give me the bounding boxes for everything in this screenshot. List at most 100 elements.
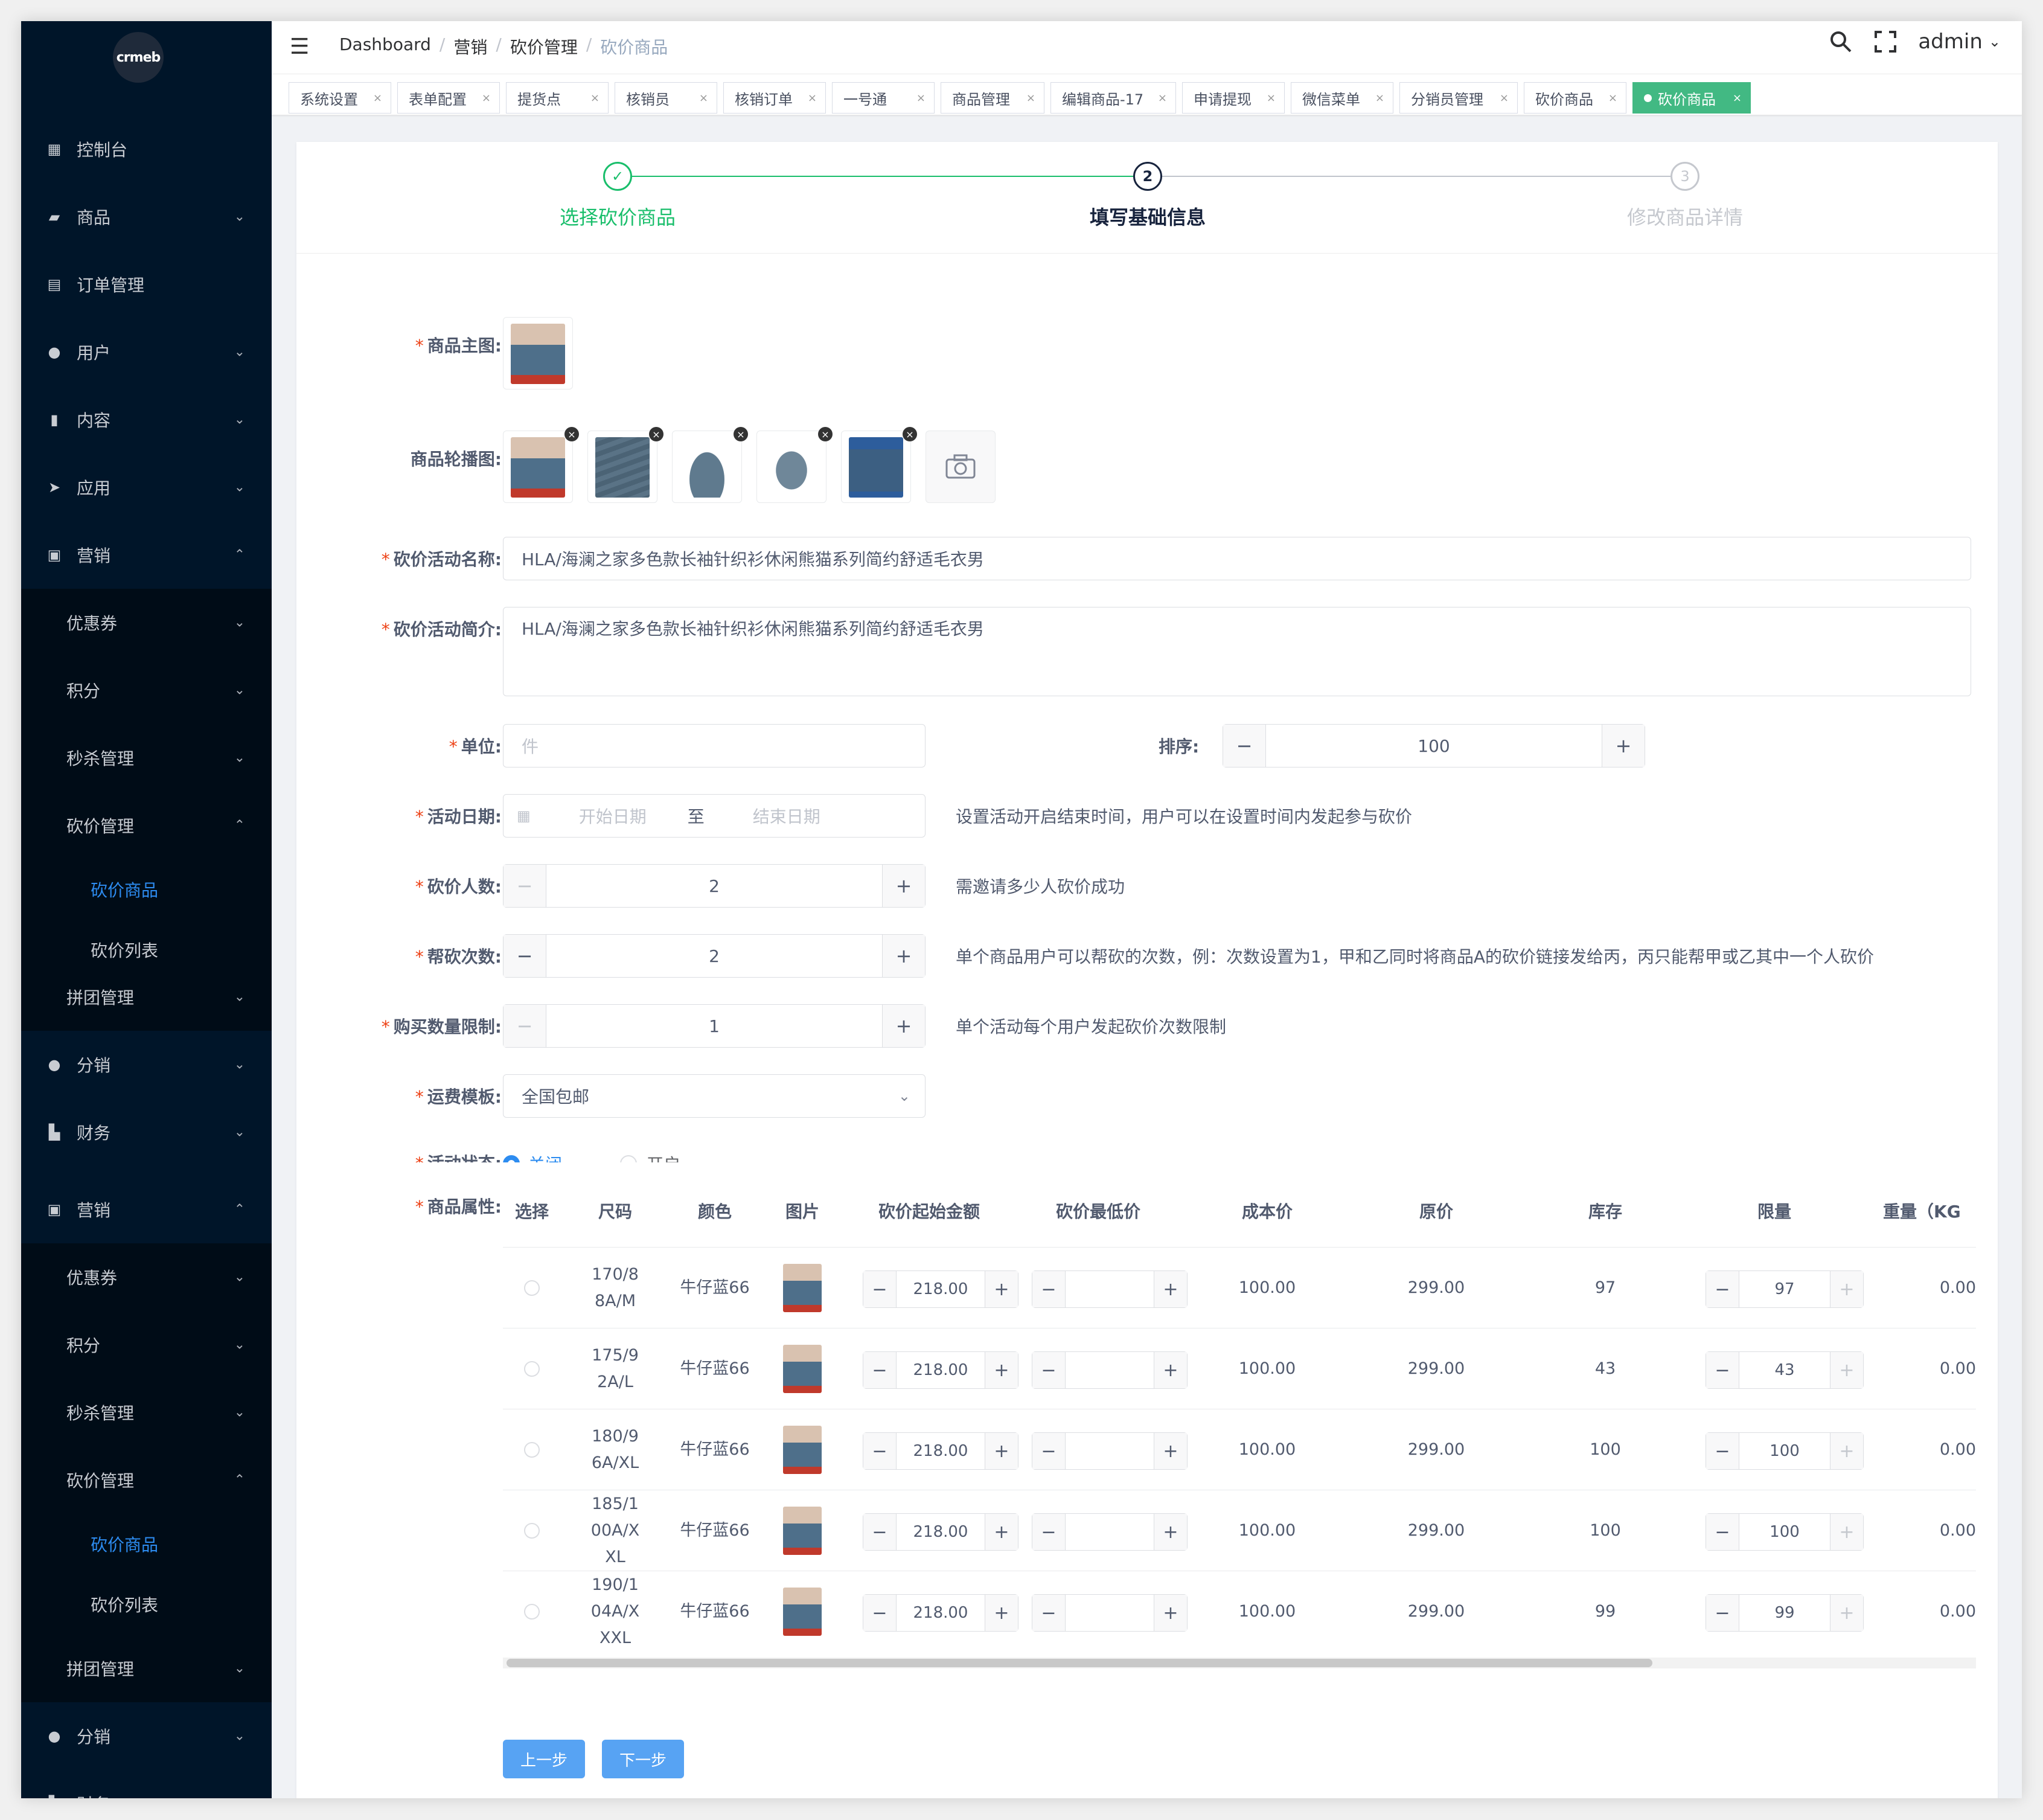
min-price-stepper[interactable]: − +	[1032, 1351, 1188, 1389]
tag-item[interactable]: 申请提现 ×	[1182, 82, 1285, 114]
sidebar-item-bargain-list[interactable]: 砍价列表	[21, 1574, 272, 1635]
tag-item[interactable]: 核销员 ×	[615, 82, 717, 114]
remove-icon[interactable]: ×	[564, 427, 579, 441]
minus-button[interactable]: −	[1032, 1595, 1065, 1631]
plus-button[interactable]: +	[985, 1433, 1018, 1469]
sort-stepper[interactable]: − 100 +	[1223, 724, 1645, 767]
sidebar-item-orders[interactable]: ▤ 订单管理	[21, 251, 272, 318]
sidebar-item-distribution[interactable]: ● 分销 ⌄	[21, 1702, 272, 1770]
plus-button[interactable]: +	[1830, 1352, 1863, 1388]
close-icon[interactable]: ×	[1500, 92, 1509, 104]
close-icon[interactable]: ×	[1733, 92, 1742, 104]
breadcrumb-item[interactable]: 营销	[453, 34, 487, 59]
min-price-value[interactable]	[1065, 1595, 1154, 1631]
row-radio[interactable]	[524, 1442, 540, 1458]
sidebar-item-finance[interactable]: ▙ 财务 ⌄	[21, 1098, 272, 1166]
tag-item[interactable]: 分销员管理 ×	[1399, 82, 1518, 114]
limit-stepper[interactable]: −100 +	[1706, 1432, 1864, 1470]
plus-button[interactable]: +	[1154, 1595, 1187, 1631]
min-price-value[interactable]	[1065, 1271, 1154, 1307]
sidebar-item-seckill[interactable]: 秒杀管理 ⌄	[21, 724, 272, 792]
carousel-image[interactable]	[503, 431, 573, 503]
minus-button[interactable]: −	[1032, 1271, 1065, 1307]
tag-item[interactable]: 砍价商品 ×	[1524, 82, 1626, 114]
tag-item[interactable]: 编辑商品-17 ×	[1050, 82, 1176, 114]
product-thumbnail[interactable]	[783, 1588, 822, 1636]
caret-down-icon[interactable]: ⌄	[1989, 33, 2001, 50]
min-price-stepper[interactable]: − +	[1032, 1270, 1188, 1308]
minus-button[interactable]: −	[863, 1514, 896, 1550]
close-icon[interactable]: ×	[1608, 92, 1617, 104]
sidebar-item-seckill[interactable]: 秒杀管理 ⌄	[21, 1379, 272, 1446]
start-price-value[interactable]: 218.00	[896, 1352, 985, 1388]
start-price-value[interactable]: 218.00	[896, 1271, 985, 1307]
plus-button[interactable]: +	[1830, 1433, 1863, 1469]
buy-limit-value[interactable]: 1	[546, 1005, 883, 1047]
buy-limit-stepper[interactable]: − 1 +	[503, 1004, 926, 1048]
carousel-image[interactable]	[672, 431, 742, 503]
limit-value[interactable]: 99	[1739, 1595, 1830, 1631]
minus-button[interactable]: −	[1706, 1595, 1739, 1631]
tag-item[interactable]: 系统设置 ×	[289, 82, 391, 114]
sidebar-item-coupon[interactable]: 优惠券 ⌄	[21, 1243, 272, 1311]
table-scrollbar[interactable]	[503, 1658, 1976, 1668]
minus-button[interactable]: −	[504, 865, 546, 907]
sidebar-item-bargain-goods[interactable]: 砍价商品	[21, 859, 272, 920]
breadcrumb-item[interactable]: 砍价管理	[510, 34, 578, 59]
row-radio[interactable]	[524, 1280, 540, 1296]
upload-button[interactable]	[926, 431, 996, 503]
plus-button[interactable]: +	[883, 935, 925, 977]
plus-button[interactable]: +	[1154, 1271, 1187, 1307]
minus-button[interactable]: −	[1032, 1514, 1065, 1550]
row-radio[interactable]	[524, 1361, 540, 1377]
start-price-stepper[interactable]: −218.00 +	[863, 1513, 1018, 1551]
carousel-image[interactable]	[587, 431, 657, 503]
sidebar-item-distribution[interactable]: ● 分销 ⌄	[21, 1031, 272, 1098]
tag-item[interactable]: 提货点 ×	[506, 82, 609, 114]
close-icon[interactable]: ×	[916, 92, 926, 104]
tag-item-active[interactable]: 砍价商品 ×	[1632, 82, 1751, 114]
sidebar-item-points[interactable]: 积分 ⌄	[21, 1311, 272, 1379]
main-image[interactable]	[503, 317, 573, 389]
limit-value[interactable]: 100	[1739, 1514, 1830, 1550]
sidebar-item-coupon[interactable]: 优惠券 ⌄	[21, 589, 272, 656]
plus-button[interactable]: +	[1154, 1514, 1187, 1550]
sidebar-item-bargain[interactable]: 砍价管理 ⌃	[21, 1446, 272, 1514]
remove-icon[interactable]: ×	[903, 427, 917, 441]
close-icon[interactable]: ×	[590, 92, 599, 104]
start-price-value[interactable]: 218.00	[896, 1595, 985, 1631]
plus-button[interactable]: +	[985, 1352, 1018, 1388]
min-price-value[interactable]	[1065, 1433, 1154, 1469]
close-icon[interactable]: ×	[482, 92, 491, 104]
minus-button[interactable]: −	[1706, 1514, 1739, 1550]
start-price-stepper[interactable]: −218.00 +	[863, 1594, 1018, 1632]
radio-close[interactable]	[503, 1155, 520, 1162]
row-radio[interactable]	[524, 1523, 540, 1539]
carousel-image[interactable]	[841, 431, 911, 503]
minus-button[interactable]: −	[1223, 725, 1265, 767]
plus-button[interactable]: +	[985, 1595, 1018, 1631]
sort-value[interactable]: 100	[1265, 725, 1602, 767]
activity-intro-textarea[interactable]: HLA/海澜之家多色款长袖针织衫休闲熊猫系列简约舒适毛衣男	[503, 607, 1971, 696]
prev-button[interactable]: 上一步	[503, 1740, 585, 1778]
plus-button[interactable]: +	[985, 1271, 1018, 1307]
limit-value[interactable]: 97	[1739, 1271, 1830, 1307]
shipping-select[interactable]: 全国包邮 ⌄	[503, 1074, 926, 1118]
fullscreen-icon[interactable]	[1873, 30, 1898, 54]
tag-item[interactable]: 核销订单 ×	[723, 82, 826, 114]
close-icon[interactable]: ×	[1375, 92, 1384, 104]
limit-stepper[interactable]: −100 +	[1706, 1513, 1864, 1551]
next-button[interactable]: 下一步	[602, 1740, 684, 1778]
limit-stepper[interactable]: −97 +	[1706, 1270, 1864, 1308]
minus-button[interactable]: −	[863, 1271, 896, 1307]
row-radio[interactable]	[524, 1604, 540, 1620]
plus-button[interactable]: +	[985, 1514, 1018, 1550]
start-price-stepper[interactable]: −218.00 +	[863, 1351, 1018, 1389]
plus-button[interactable]: +	[1154, 1433, 1187, 1469]
carousel-image[interactable]	[756, 431, 826, 503]
remove-icon[interactable]: ×	[649, 427, 663, 441]
remove-icon[interactable]: ×	[734, 427, 748, 441]
start-price-stepper[interactable]: −218.00 +	[863, 1432, 1018, 1470]
tag-item[interactable]: 一号通 ×	[832, 82, 935, 114]
help-count-value[interactable]: 2	[546, 935, 883, 977]
